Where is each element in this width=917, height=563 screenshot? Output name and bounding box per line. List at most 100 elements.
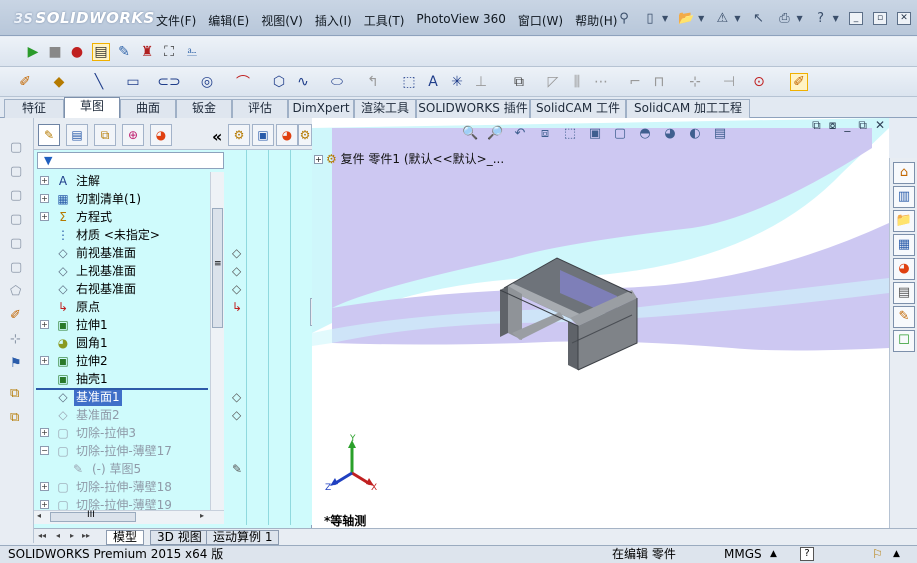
expand-icon[interactable]: + [40, 320, 49, 329]
sketch-icon[interactable]: ✐ [10, 308, 26, 324]
menu-tools[interactable]: 工具(T) [358, 10, 411, 31]
configuration-manager-tab-icon[interactable]: ⧉ [94, 124, 116, 146]
tree-item[interactable]: − ▢ 切除-拉伸-薄壁17 [34, 442, 224, 460]
select-icon[interactable]: ↖ [750, 10, 766, 26]
tab-model[interactable]: 模型 [106, 530, 145, 545]
expand-icon[interactable]: + [40, 176, 49, 185]
tree-item[interactable]: + ▣ 拉伸1 [34, 316, 224, 334]
solidcam-tab-icon[interactable]: ⚙ [228, 124, 250, 146]
cube-icon[interactable]: ▢ [10, 188, 26, 204]
chevron-down-icon[interactable]: ▲ [893, 546, 900, 563]
tab-solidcam-operations[interactable]: SolidCAM 加工工程 [626, 99, 750, 118]
cube-icon[interactable]: ▢ [10, 260, 26, 276]
pattern-icon[interactable]: ⋯ [592, 73, 610, 91]
file-explorer-icon[interactable]: 📁 [893, 210, 915, 232]
menu-edit[interactable]: 编辑(E) [202, 10, 255, 31]
macro-settings-icon[interactable]: ♜ [138, 43, 156, 61]
new-document-icon[interactable]: ▯ [642, 10, 658, 26]
dynamic-annotation-icon[interactable]: ⬚ [562, 126, 578, 142]
point-icon[interactable]: ✳ [448, 73, 466, 91]
tree-item[interactable]: + A 注解 [34, 172, 224, 190]
tree-item[interactable]: + ▢ 切除-拉伸-薄壁18 [34, 478, 224, 496]
expand-icon[interactable]: + [40, 356, 49, 365]
collapse-icon[interactable]: − [40, 446, 49, 455]
stop-macro-icon[interactable]: ■ [46, 43, 64, 61]
ellipse-icon[interactable]: ⬭ [328, 73, 346, 91]
new-macro-icon[interactable]: ▤ [92, 43, 110, 61]
expand-icon[interactable]: + [40, 482, 49, 491]
convert-entities-icon[interactable]: ⧉ [510, 73, 528, 91]
resources-icon[interactable]: ▥ [893, 186, 915, 208]
open-folder-icon[interactable]: 📂 [678, 10, 694, 26]
viewport-restore-icon[interactable]: ⧉ [858, 118, 867, 133]
cube-icon[interactable]: ▢ [10, 236, 26, 252]
rectangle-icon[interactable]: ▭ [124, 73, 142, 91]
tree-item[interactable]: + ▢ 切除-拉伸3 [34, 424, 224, 442]
scroll-left-icon[interactable]: ◂ [37, 511, 41, 520]
prev-tab-icon[interactable]: ◂ [56, 531, 60, 540]
display-style-icon[interactable]: ▢ [612, 126, 628, 142]
graphics-area[interactable]: Y X Z 🔍 🔎 ↶ ⧈ ⬚ ▣ ▢ ◓ ◕ ◐ ▤ ⧉ ⧇ _ ⧉ ✕ + ⚙… [312, 118, 889, 528]
chevron-down-icon[interactable]: ▼ [698, 14, 704, 23]
custom-command-icon[interactable]: ⛶ [160, 43, 178, 61]
last-tab-icon[interactable]: ▸▸ [82, 531, 90, 540]
chevron-down-icon[interactable]: ▼ [796, 14, 802, 23]
tab-surfaces[interactable]: 曲面 [120, 99, 176, 118]
part-tab-icon[interactable]: ▣ [252, 124, 274, 146]
layer-icon[interactable]: ⧉ [10, 386, 26, 402]
restore-icon[interactable]: ▫ [873, 12, 887, 25]
arc-icon[interactable]: ⌒ [234, 73, 252, 91]
custom-properties-icon[interactable]: ▤ [893, 282, 915, 304]
add-relation-icon[interactable]: ⊹ [10, 332, 26, 348]
view-settings-icon[interactable]: ▤ [712, 126, 728, 142]
move-icon[interactable]: ⌐ [626, 73, 644, 91]
view-orientation-icon[interactable]: ▣ [587, 126, 603, 142]
previous-view-icon[interactable]: ↶ [512, 126, 528, 142]
first-tab-icon[interactable]: ◂◂ [38, 531, 46, 540]
flyout-tree-header[interactable]: + ⚙ 复件 零件1 (默认<<默认>_... [314, 150, 504, 167]
cube-icon[interactable]: ▢ [10, 164, 26, 180]
tree-item[interactable]: + ▦ 切割清单(1) [34, 190, 224, 208]
tree-item[interactable]: ◕ 圆角1 [34, 334, 224, 352]
forum-icon[interactable]: ☐ [893, 330, 915, 352]
expand-icon[interactable]: + [40, 428, 49, 437]
tab-features[interactable]: 特征 [4, 99, 64, 118]
tree-item[interactable]: ◇ 上视基准面 [34, 262, 224, 280]
record-macro-icon[interactable]: ● [68, 43, 86, 61]
tab-evaluate[interactable]: 评估 [232, 99, 288, 118]
spline-icon[interactable]: ∿ [294, 73, 312, 91]
scroll-thumb[interactable]: ≡ [212, 208, 223, 328]
expand-icon[interactable]: + [40, 212, 49, 221]
cube-icon[interactable]: ▢ [10, 212, 26, 228]
section-view-icon[interactable]: ⧈ [537, 126, 553, 142]
tree-item[interactable]: + Σ 方程式 [34, 208, 224, 226]
circle-icon[interactable]: ◎ [198, 73, 216, 91]
display-manager-tab-icon[interactable]: ◕ [150, 124, 172, 146]
viewport-tile-icon[interactable]: ⧇ [829, 118, 837, 133]
cube-icon[interactable]: ▢ [10, 140, 26, 156]
solidworks-logo[interactable]: 3S SOLIDWORKS [14, 9, 155, 27]
tree-item[interactable]: + ▢ 切除-拉伸-薄壁19 [34, 496, 224, 510]
menu-view[interactable]: 视图(V) [255, 10, 309, 31]
view-palette-icon[interactable]: ▦ [893, 234, 915, 256]
repair-icon[interactable]: ⊹ [686, 73, 704, 91]
next-tab-icon[interactable]: ▸ [70, 531, 74, 540]
scroll-right-icon[interactable]: ▸ [200, 511, 204, 520]
scroll-thumb[interactable]: III [50, 510, 136, 522]
trim-icon[interactable]: ⊥ [472, 73, 490, 91]
relations-icon[interactable]: ⚑ [10, 356, 26, 372]
appearance-icon[interactable]: ◕ [662, 126, 678, 142]
tab-solidcam-stock[interactable]: SolidCAM 工件 [530, 99, 626, 118]
tree-item[interactable]: ⋮ 材质 <未指定> [34, 226, 224, 244]
polygon-icon[interactable]: ⬡ [270, 73, 288, 91]
rebuild-warning-icon[interactable]: ⚠ [714, 10, 730, 26]
viewport-minimize-icon[interactable]: _ [844, 118, 850, 133]
collapse-panel-icon[interactable]: « [212, 127, 222, 146]
feature-manager-tab-icon[interactable]: ✎ [38, 124, 60, 146]
expand-icon[interactable]: + [40, 500, 49, 509]
appearance-tab-icon[interactable]: ◕ [276, 124, 298, 146]
slot-icon[interactable]: ⊂⊃ [157, 73, 180, 91]
rollback-bar[interactable] [36, 388, 208, 390]
tree-item[interactable]: ✎ (-) 草图5 [34, 460, 224, 478]
dimxpert-tab-icon[interactable]: ⊕ [122, 124, 144, 146]
